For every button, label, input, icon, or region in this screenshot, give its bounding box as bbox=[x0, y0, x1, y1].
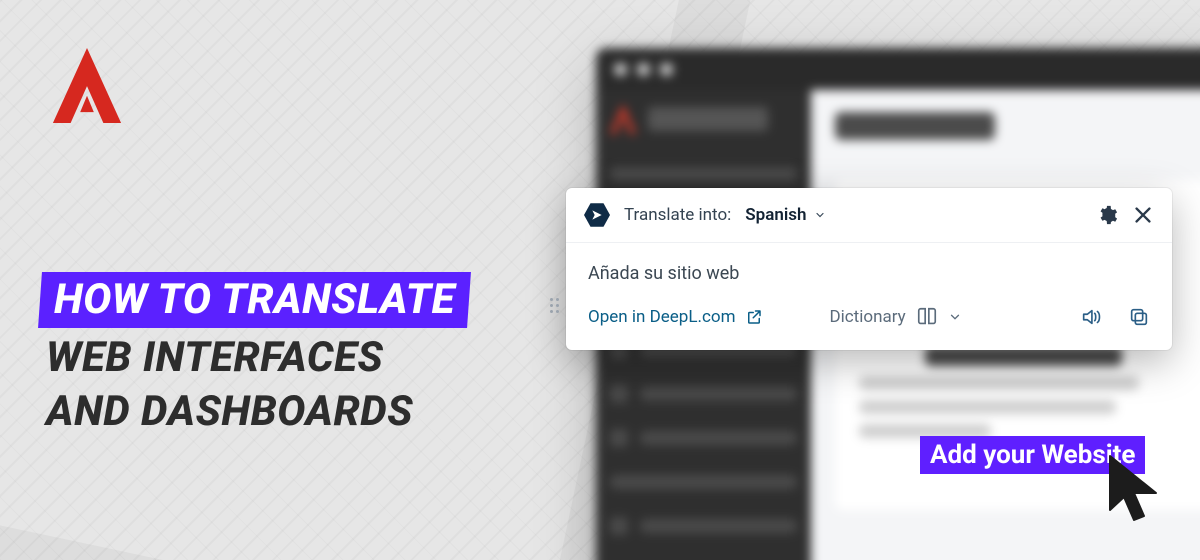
popup-header: Translate into: Spanish bbox=[566, 188, 1172, 243]
headline-line-1-highlight: HOW TO TRANSLATE bbox=[38, 272, 471, 328]
window-dot-min bbox=[637, 63, 650, 76]
dictionary-button[interactable]: Dictionary bbox=[829, 306, 961, 328]
deepl-logo-icon bbox=[584, 202, 610, 228]
speaker-icon bbox=[1080, 305, 1102, 329]
headline-line-2: WEB INTERFACES bbox=[40, 334, 469, 382]
window-dot-close bbox=[614, 63, 627, 76]
target-language-selector[interactable]: Spanish bbox=[745, 205, 826, 225]
book-icon bbox=[916, 306, 938, 328]
headline: HOW TO TRANSLATE WEB INTERFACES AND DASH… bbox=[40, 272, 469, 437]
translation-result: Añada su sitio web bbox=[566, 243, 1172, 292]
drag-handle-icon[interactable] bbox=[550, 298, 562, 318]
copy-icon bbox=[1128, 306, 1150, 328]
translate-into-label: Translate into: bbox=[624, 205, 731, 225]
translate-popup: Translate into: Spanish Añada su sitio w… bbox=[566, 188, 1172, 350]
target-language-value: Spanish bbox=[745, 205, 806, 225]
close-button[interactable] bbox=[1132, 204, 1154, 226]
popup-footer: Open in DeepL.com Dictionary bbox=[566, 292, 1172, 350]
gear-icon bbox=[1096, 204, 1118, 226]
headline-line-3: AND DASHBOARDS bbox=[40, 388, 469, 436]
chevron-down-icon bbox=[948, 310, 962, 324]
chevron-down-icon bbox=[814, 209, 826, 221]
window-titlebar bbox=[596, 48, 1200, 90]
window-dot-max bbox=[660, 63, 673, 76]
promo-graphic-canvas: HOW TO TRANSLATE WEB INTERFACES AND DASH… bbox=[0, 0, 1200, 560]
brand-logo-a bbox=[52, 48, 122, 123]
close-icon bbox=[1132, 204, 1154, 226]
sidebar-brand bbox=[610, 104, 797, 134]
audio-button[interactable] bbox=[1080, 306, 1102, 328]
mouse-cursor-icon bbox=[1108, 454, 1168, 524]
settings-button[interactable] bbox=[1096, 204, 1118, 226]
open-in-deepl-link[interactable]: Open in DeepL.com bbox=[588, 307, 763, 327]
copy-button[interactable] bbox=[1128, 306, 1150, 328]
external-link-icon bbox=[745, 308, 763, 326]
page-title-blur bbox=[835, 112, 995, 140]
